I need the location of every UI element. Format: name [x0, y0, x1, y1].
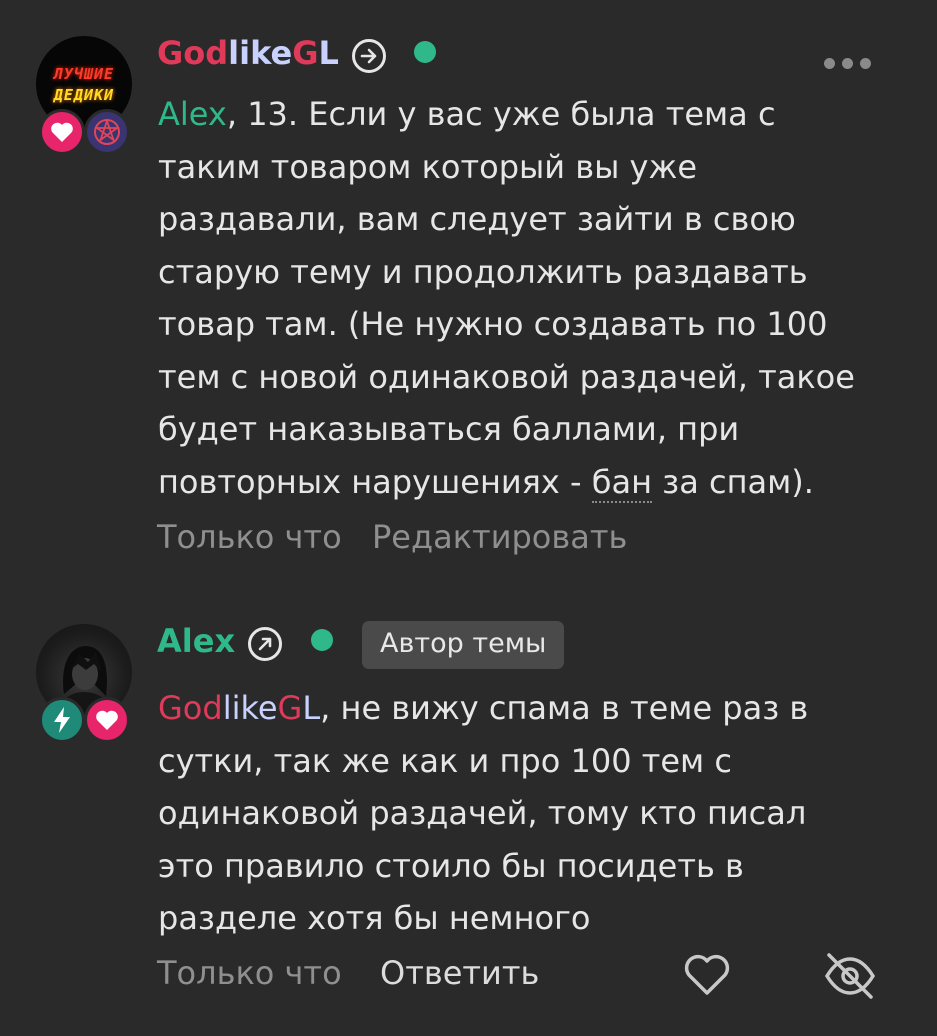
comment-alex: Alex Автор темы GodlikeGL, не вижу спама…: [0, 0, 937, 999]
online-status-indicator-2: [311, 629, 333, 651]
lightning-badge-icon: [39, 697, 85, 743]
comment-time-2: Только что: [157, 954, 342, 992]
comment-body-2: GodlikeGL, не вижу спама в теме раз в су…: [158, 689, 809, 937]
heart-outline-icon[interactable]: [683, 953, 731, 1001]
arrow-up-right-circle-icon: [248, 627, 282, 661]
edit-link[interactable]: Редактировать: [372, 518, 627, 556]
term-link-ban[interactable]: бан: [591, 462, 652, 503]
reply-link[interactable]: Ответить: [380, 954, 539, 992]
topic-author-badge: Автор темы: [362, 621, 565, 669]
comment-time: Только что: [157, 518, 342, 556]
heart-badge-icon-2: [84, 697, 130, 743]
author-name-alex[interactable]: Alex: [157, 622, 235, 660]
mention-godlikegl[interactable]: GodlikeGL: [158, 689, 320, 727]
eye-off-icon[interactable]: [823, 951, 877, 1005]
